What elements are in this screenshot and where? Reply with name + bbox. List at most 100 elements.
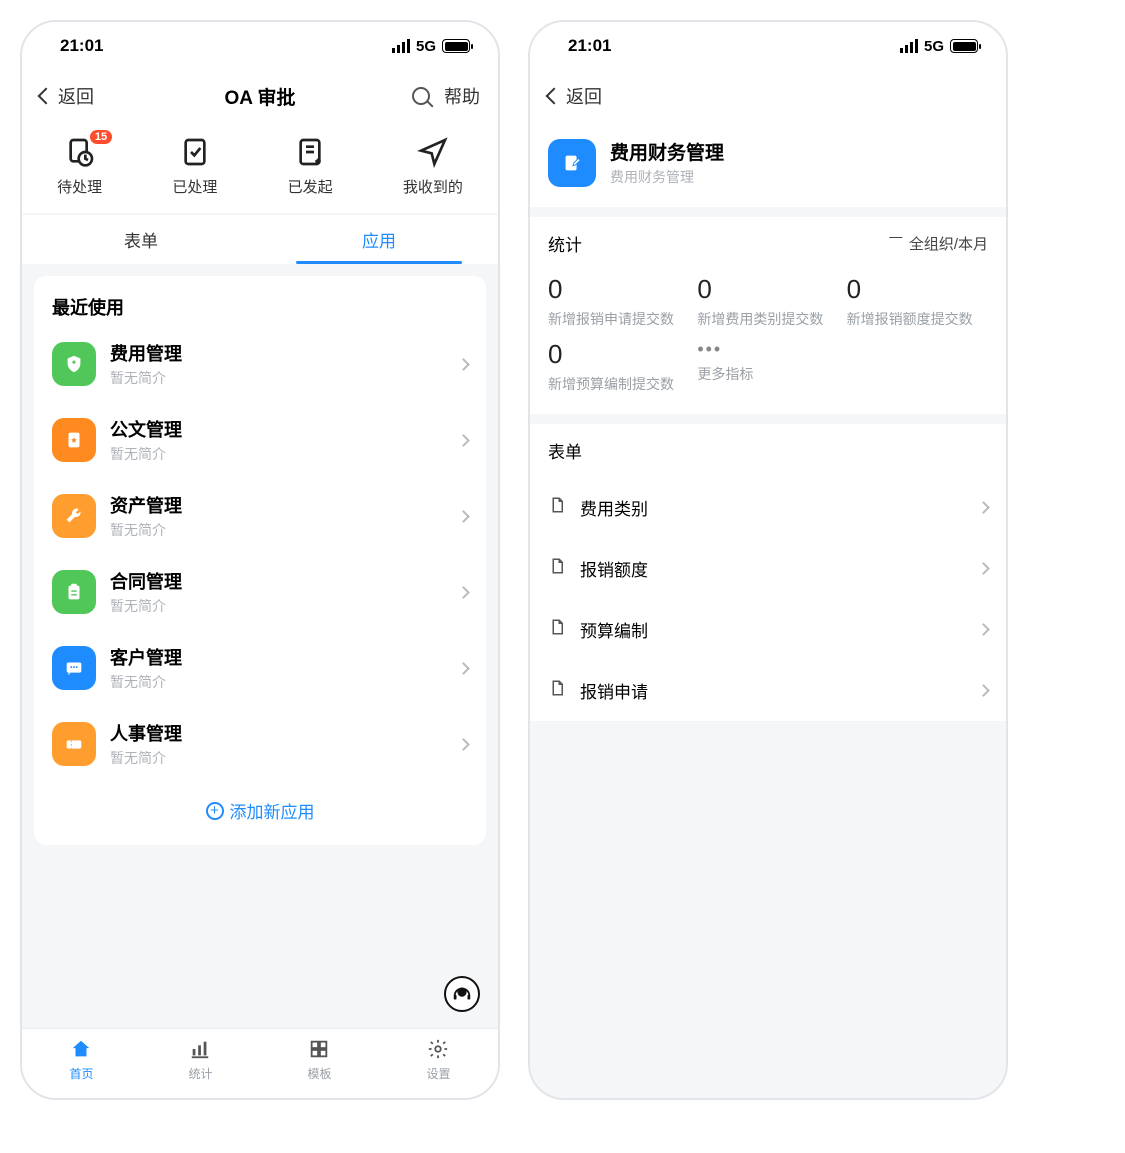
document-icon: [548, 618, 566, 641]
check-file-icon: [179, 136, 211, 168]
gear-icon: [426, 1037, 450, 1061]
scroll-area[interactable]: 最近使用 费用管理暂无简介公文管理暂无简介资产管理暂无简介合同管理暂无简介客户管…: [22, 264, 498, 1028]
stat-value: 0: [548, 274, 689, 305]
app-item-2[interactable]: 资产管理暂无简介: [34, 478, 486, 554]
chevron-right-icon: [457, 434, 470, 447]
stats-filter-button[interactable]: 全组织/本月: [889, 233, 988, 254]
dots-icon: •••: [697, 339, 838, 360]
signal-icon: [392, 39, 410, 53]
app-header-sub: 费用财务管理: [610, 167, 724, 187]
form-item-3[interactable]: 报销申请: [530, 660, 1006, 721]
chevron-right-icon: [457, 586, 470, 599]
chevron-right-icon: [977, 684, 990, 697]
app-item-4[interactable]: 客户管理暂无简介: [34, 630, 486, 706]
stats-filter-label: 全组织/本月: [909, 233, 988, 254]
plus-circle-icon: +: [206, 802, 224, 820]
action-sent-label: 已发起: [288, 176, 333, 197]
add-app-button[interactable]: + 添加新应用: [34, 782, 486, 845]
forms-panel: 表单 费用类别报销额度预算编制报销申请: [530, 424, 1006, 721]
app-item-sub: 暂无简介: [110, 520, 445, 540]
plus-file-icon: [294, 136, 326, 168]
network-label: 5G: [924, 38, 944, 55]
form-item-2[interactable]: 预算编制: [530, 599, 1006, 660]
stat-value: 0: [697, 274, 838, 305]
tab-app[interactable]: 应用: [260, 215, 498, 264]
bottom-tab-bar: 首页 统计 模板 设置: [22, 1028, 498, 1098]
action-pending-label: 待处理: [57, 176, 102, 197]
add-app-label: 添加新应用: [230, 798, 315, 823]
form-item-1[interactable]: 报销额度: [530, 538, 1006, 599]
back-button[interactable]: 返回: [548, 83, 658, 109]
app-item-title: 资产管理: [110, 492, 445, 518]
action-pending[interactable]: 15 待处理: [57, 136, 102, 197]
edit-file-icon: [548, 139, 596, 187]
status-bar: 21:01 5G: [530, 22, 1006, 70]
signal-icon: [900, 39, 918, 53]
tab-stats[interactable]: 统计: [188, 1037, 212, 1098]
grid-icon: [307, 1037, 331, 1061]
funnel-icon: [889, 237, 903, 251]
forms-title: 表单: [548, 438, 582, 463]
clip-icon: [52, 570, 96, 614]
stat-value: 0: [548, 339, 689, 370]
recent-title: 最近使用: [34, 280, 486, 326]
home-icon: [69, 1037, 93, 1061]
app-item-title: 人事管理: [110, 720, 445, 746]
action-row: 15 待处理 已处理 已发起 我收到的: [22, 122, 498, 213]
chevron-right-icon: [977, 501, 990, 514]
stat-label: 新增预算编制提交数: [548, 374, 689, 394]
tab-settings[interactable]: 设置: [426, 1037, 450, 1098]
chevron-right-icon: [457, 510, 470, 523]
action-sent[interactable]: 已发起: [288, 136, 333, 197]
document-icon: [548, 679, 566, 702]
tab-home-label: 首页: [69, 1065, 93, 1082]
app-header: 费用财务管理 费用财务管理: [530, 122, 1006, 207]
app-item-sub: 暂无简介: [110, 368, 445, 388]
tab-form[interactable]: 表单: [22, 215, 260, 264]
tab-home[interactable]: 首页: [69, 1037, 93, 1098]
stat-label: 新增费用类别提交数: [697, 309, 838, 329]
tab-settings-label: 设置: [426, 1065, 450, 1082]
stat-cell-2: 0新增报销额度提交数: [847, 274, 988, 329]
support-floating-button[interactable]: [444, 976, 480, 1012]
stats-grid: 0新增报销申请提交数0新增费用类别提交数0新增报销额度提交数0新增预算编制提交数…: [530, 270, 1006, 414]
app-item-1[interactable]: 公文管理暂无简介: [34, 402, 486, 478]
action-received-label: 我收到的: [403, 176, 463, 197]
action-done-label: 已处理: [172, 176, 217, 197]
app-item-sub: 暂无简介: [110, 596, 445, 616]
tab-template[interactable]: 模板: [307, 1037, 331, 1098]
action-done[interactable]: 已处理: [172, 136, 217, 197]
pending-badge: 15: [90, 130, 112, 144]
network-label: 5G: [416, 38, 436, 55]
back-label: 返回: [566, 83, 602, 109]
app-item-title: 合同管理: [110, 568, 445, 594]
app-item-title: 客户管理: [110, 644, 445, 670]
help-button[interactable]: 帮助: [444, 83, 480, 109]
back-button[interactable]: 返回: [40, 83, 150, 109]
form-item-title: 报销额度: [580, 556, 965, 581]
app-item-3[interactable]: 合同管理暂无简介: [34, 554, 486, 630]
status-indicators: 5G: [900, 38, 978, 55]
app-item-5[interactable]: 人事管理暂无简介: [34, 706, 486, 782]
stat-more-label: 更多指标: [697, 364, 838, 384]
chevron-right-icon: [457, 358, 470, 371]
app-item-title: 公文管理: [110, 416, 445, 442]
stats-title: 统计: [548, 231, 582, 256]
stat-label: 新增报销额度提交数: [847, 309, 988, 329]
stats-panel: 统计 全组织/本月 0新增报销申请提交数0新增费用类别提交数0新增报销额度提交数…: [530, 217, 1006, 414]
action-received[interactable]: 我收到的: [403, 136, 463, 197]
stat-cell-1: 0 新增费用类别提交数: [697, 274, 838, 329]
search-icon[interactable]: [412, 87, 430, 105]
status-bar: 21:01 5G: [22, 22, 498, 70]
phone-right: 21:01 5G 返回 费用财务管理 费用财务管理 统计 全组织/本月: [528, 20, 1008, 1100]
form-item-0[interactable]: 费用类别: [530, 477, 1006, 538]
app-item-title: 费用管理: [110, 340, 445, 366]
app-item-sub: 暂无简介: [110, 672, 445, 692]
headset-icon: [451, 983, 473, 1005]
chevron-right-icon: [977, 562, 990, 575]
stat-more[interactable]: ••• 更多指标: [697, 339, 838, 394]
status-time: 21:01: [60, 36, 103, 56]
app-item-0[interactable]: 费用管理暂无简介: [34, 326, 486, 402]
chevron-right-icon: [977, 623, 990, 636]
nav-bar: 返回: [530, 70, 1006, 122]
